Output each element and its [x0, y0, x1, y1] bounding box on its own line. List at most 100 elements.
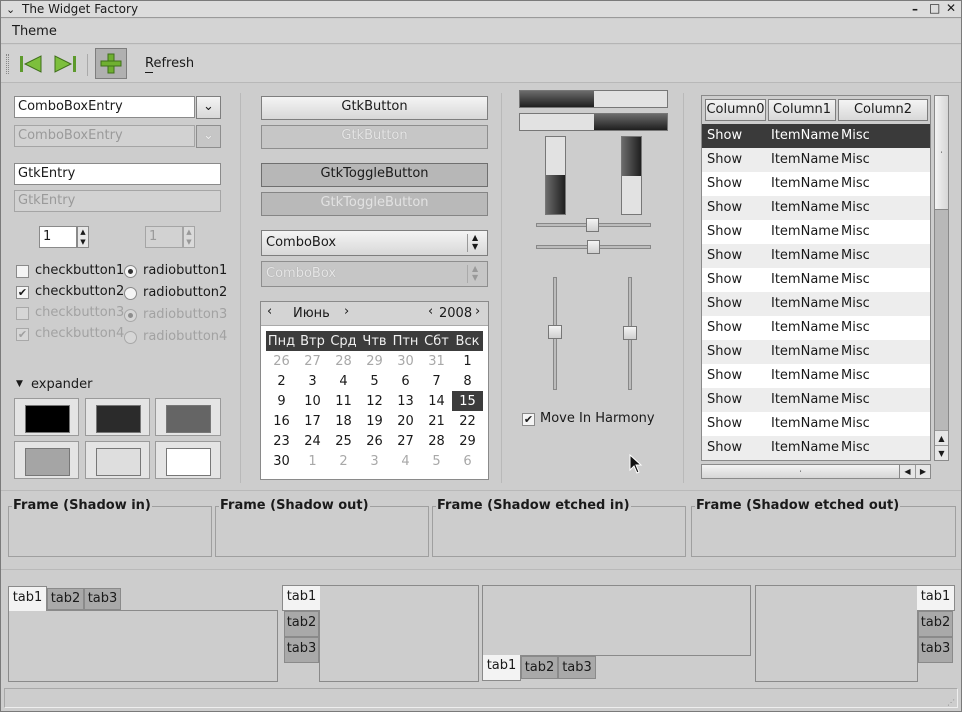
- hscale-2-slider[interactable]: [587, 240, 600, 254]
- calendar-day[interactable]: 6: [390, 371, 421, 391]
- move-in-harmony-label[interactable]: Move In Harmony: [540, 411, 655, 426]
- calendar-day[interactable]: 23: [266, 431, 297, 451]
- combo-box[interactable]: ComboBox: [261, 230, 488, 256]
- table-row[interactable]: Show ItemName Misc: [702, 436, 930, 460]
- calendar-day[interactable]: 3: [297, 371, 328, 391]
- scroll-right-icon[interactable]: ▶: [915, 465, 930, 478]
- scroll-up-icon[interactable]: ▲: [935, 430, 948, 445]
- color-swatch-6[interactable]: [155, 441, 221, 479]
- calendar-day[interactable]: 26: [359, 431, 390, 451]
- calendar-day[interactable]: 27: [390, 431, 421, 451]
- notebook-right-tab3[interactable]: tab3: [918, 637, 953, 663]
- calendar-day[interactable]: 22: [452, 411, 483, 431]
- calendar-day[interactable]: 12: [359, 391, 390, 411]
- gtk-button[interactable]: GtkButton: [261, 96, 488, 120]
- prev-month-icon[interactable]: ‹: [267, 304, 272, 319]
- tree-hscroll-thumb[interactable]: ⋅: [702, 465, 900, 478]
- table-row[interactable]: Show ItemName Misc: [702, 268, 930, 292]
- hscale-1-slider[interactable]: [586, 218, 599, 232]
- calendar-day[interactable]: 30: [390, 351, 421, 371]
- calendar-day[interactable]: 10: [297, 391, 328, 411]
- calendar-day[interactable]: 19: [359, 411, 390, 431]
- spin-button[interactable]: 1: [39, 226, 77, 248]
- expander-label[interactable]: expander: [31, 377, 93, 392]
- gtk-toggle-button[interactable]: GtkToggleButton: [261, 163, 488, 187]
- table-row[interactable]: Show ItemName Misc: [702, 196, 930, 220]
- notebook-top-tab1[interactable]: tab1: [8, 586, 47, 611]
- tree-vscrollbar[interactable]: ⋅ ▲ ▼: [934, 95, 949, 461]
- calendar-day[interactable]: 30: [266, 451, 297, 471]
- notebook-right-tab1[interactable]: tab1: [917, 585, 955, 611]
- table-row[interactable]: Show ItemName Misc: [702, 244, 930, 268]
- calendar-day[interactable]: 21: [421, 411, 452, 431]
- calendar-day[interactable]: 28: [328, 351, 359, 371]
- checkbutton2-label[interactable]: checkbutton2: [35, 284, 124, 299]
- calendar-day[interactable]: 9: [266, 391, 297, 411]
- refresh-button[interactable]: Refresh: [145, 56, 194, 71]
- calendar-day[interactable]: 14: [421, 391, 452, 411]
- next-year-icon[interactable]: ›: [475, 304, 480, 319]
- table-row[interactable]: Show ItemName Misc: [702, 124, 930, 148]
- scroll-left-icon[interactable]: ◀: [900, 465, 915, 478]
- notebook-left-tab2[interactable]: tab2: [284, 611, 319, 637]
- add-button[interactable]: [95, 48, 127, 79]
- calendar-day[interactable]: 25: [328, 431, 359, 451]
- notebook-bottom-tab2[interactable]: tab2: [521, 656, 558, 679]
- calendar-day[interactable]: 24: [297, 431, 328, 451]
- column-header-0[interactable]: Column0: [705, 99, 766, 121]
- calendar-day[interactable]: 4: [390, 451, 421, 471]
- vscale-1-slider[interactable]: [548, 325, 562, 339]
- calendar-day[interactable]: 29: [359, 351, 390, 371]
- checkbutton2-box[interactable]: ✔: [16, 286, 29, 299]
- combo-box-entry-toggle[interactable]: ⌄: [196, 96, 221, 119]
- title-bar[interactable]: ⌄ The Widget Factory – □ ✕: [1, 1, 961, 18]
- calendar-day[interactable]: 20: [390, 411, 421, 431]
- calendar-day[interactable]: 4: [328, 371, 359, 391]
- checkbutton1-box[interactable]: [16, 265, 29, 278]
- move-in-harmony-checkbox[interactable]: ✔: [522, 413, 535, 426]
- calendar-day[interactable]: 13: [390, 391, 421, 411]
- calendar-day[interactable]: 29: [452, 431, 483, 451]
- checkbutton1-label[interactable]: checkbutton1: [35, 263, 124, 278]
- calendar-day[interactable]: 11: [328, 391, 359, 411]
- table-row[interactable]: Show ItemName Misc: [702, 364, 930, 388]
- calendar-day[interactable]: 2: [328, 451, 359, 471]
- table-row[interactable]: Show ItemName Misc: [702, 388, 930, 412]
- menu-theme[interactable]: Theme: [12, 24, 57, 39]
- color-swatch-3[interactable]: [155, 398, 221, 436]
- calendar-day[interactable]: 26: [266, 351, 297, 371]
- radiobutton2-label[interactable]: radiobutton2: [143, 285, 227, 300]
- notebook-top-tab3[interactable]: tab3: [84, 588, 121, 610]
- scroll-down-icon[interactable]: ▼: [935, 445, 948, 460]
- calendar-day[interactable]: 31: [421, 351, 452, 371]
- tree-hscrollbar[interactable]: ⋅ ◀ ▶: [701, 464, 931, 479]
- resize-grip-icon[interactable]: ⋰: [947, 698, 955, 707]
- radiobutton1-circle[interactable]: [124, 265, 137, 278]
- calendar-day[interactable]: 5: [421, 451, 452, 471]
- column-header-2[interactable]: Column2: [838, 99, 928, 121]
- calendar-day[interactable]: 15: [452, 391, 483, 411]
- notebook-right-tab2[interactable]: tab2: [918, 611, 953, 637]
- table-row[interactable]: Show ItemName Misc: [702, 316, 930, 340]
- vscale-2-slider[interactable]: [623, 326, 637, 340]
- table-row[interactable]: Show ItemName Misc: [702, 148, 930, 172]
- notebook-top-tab2[interactable]: tab2: [47, 588, 84, 610]
- window-menu-icon[interactable]: ⌄: [6, 1, 15, 18]
- goto-first-button[interactable]: [17, 51, 45, 77]
- calendar-day[interactable]: 28: [421, 431, 452, 451]
- radiobutton1-label[interactable]: radiobutton1: [143, 263, 227, 278]
- calendar-day[interactable]: 5: [359, 371, 390, 391]
- calendar-day[interactable]: 1: [452, 351, 483, 371]
- notebook-left-tab1[interactable]: tab1: [282, 585, 320, 611]
- calendar-day[interactable]: 2: [266, 371, 297, 391]
- color-swatch-4[interactable]: [14, 441, 79, 479]
- expander-arrow-icon[interactable]: ▼: [16, 379, 23, 389]
- table-row[interactable]: Show ItemName Misc: [702, 292, 930, 316]
- calendar-day[interactable]: 6: [452, 451, 483, 471]
- close-icon[interactable]: ✕: [946, 0, 956, 17]
- table-row[interactable]: Show ItemName Misc: [702, 172, 930, 196]
- table-row[interactable]: Show ItemName Misc: [702, 220, 930, 244]
- calendar-day[interactable]: 3: [359, 451, 390, 471]
- minimize-icon[interactable]: –: [912, 1, 918, 18]
- maximize-icon[interactable]: □: [929, 0, 940, 17]
